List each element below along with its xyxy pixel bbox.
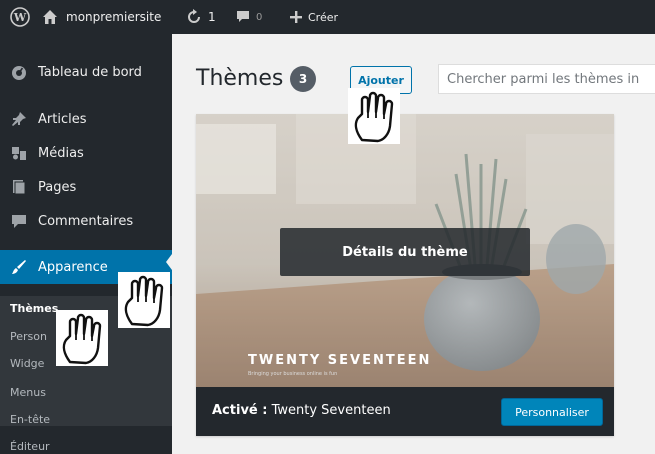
active-theme-label: Activé : Twenty Seventeen [212, 403, 391, 418]
theme-brand-tagline: Bringing your business online is fun [248, 371, 338, 377]
sidebar-item-label: Pages [38, 179, 77, 195]
theme-search-input[interactable]: Chercher parmi les thèmes in [438, 64, 655, 94]
site-name: monpremiersite [66, 10, 162, 24]
comment-bubble-icon [236, 10, 250, 24]
sidebar-item-label: Tableau de bord [38, 64, 142, 80]
pages-icon [10, 178, 28, 196]
sidebar-item-label: Apparence [38, 259, 108, 275]
submenu-item-header[interactable]: En-tête [10, 413, 50, 426]
comments-count: 0 [256, 11, 263, 23]
comment-icon [10, 212, 28, 230]
admin-bar: W monpremiersite 1 0 Créer [0, 0, 655, 34]
pointing-hand-icon [348, 88, 400, 144]
theme-brand-text: TWENTY SEVENTEEN [248, 353, 432, 368]
sidebar-item-articles[interactable]: Articles [0, 102, 172, 136]
submenu-item-customize[interactable]: Person [10, 330, 47, 343]
wordpress-logo-icon[interactable]: W [10, 0, 30, 34]
site-link[interactable]: monpremiersite [42, 0, 161, 34]
new-label: Créer [308, 10, 339, 24]
submenu-item-editor[interactable]: Éditeur [10, 440, 50, 453]
page-title: Thèmes [196, 66, 284, 91]
active-theme-name: Twenty Seventeen [271, 403, 391, 418]
pointing-hand-icon [56, 310, 108, 366]
comments-link[interactable]: 0 [236, 0, 262, 34]
active-prefix: Activé : [212, 403, 268, 418]
new-content-link[interactable]: Créer [290, 0, 338, 34]
submenu-item-menus[interactable]: Menus [10, 386, 46, 399]
submenu-item-widgets[interactable]: Widge [10, 357, 44, 370]
themes-count-badge: 3 [290, 66, 316, 92]
sidebar-item-pages[interactable]: Pages [0, 170, 172, 204]
appearance-brush-icon [10, 258, 28, 276]
pin-icon [10, 110, 28, 128]
sidebar-item-medias[interactable]: Médias [0, 136, 172, 170]
theme-card-twenty-seventeen[interactable]: Détails du thème TWENTY SEVENTEEN Bringi… [196, 114, 614, 436]
refresh-icon [186, 9, 202, 25]
home-icon [42, 9, 58, 25]
sidebar-item-label: Articles [38, 111, 87, 127]
customize-button[interactable]: Personnaliser [501, 398, 603, 426]
submenu-item-themes[interactable]: Thèmes [10, 302, 58, 315]
plus-icon [290, 11, 302, 23]
updates-count: 1 [208, 10, 216, 24]
dashboard-icon [10, 63, 28, 81]
sidebar-item-comments[interactable]: Commentaires [0, 204, 172, 238]
svg-text:W: W [13, 11, 27, 24]
updates-link[interactable]: 1 [186, 0, 216, 34]
sidebar-item-label: Commentaires [38, 213, 134, 229]
theme-details-button[interactable]: Détails du thème [280, 228, 530, 276]
sidebar-item-label: Médias [38, 145, 84, 161]
sidebar-item-dashboard[interactable]: Tableau de bord [0, 55, 172, 89]
theme-card-footer: Activé : Twenty Seventeen Personnaliser [196, 387, 614, 436]
media-icon [10, 144, 28, 162]
pointing-hand-icon [118, 272, 170, 328]
